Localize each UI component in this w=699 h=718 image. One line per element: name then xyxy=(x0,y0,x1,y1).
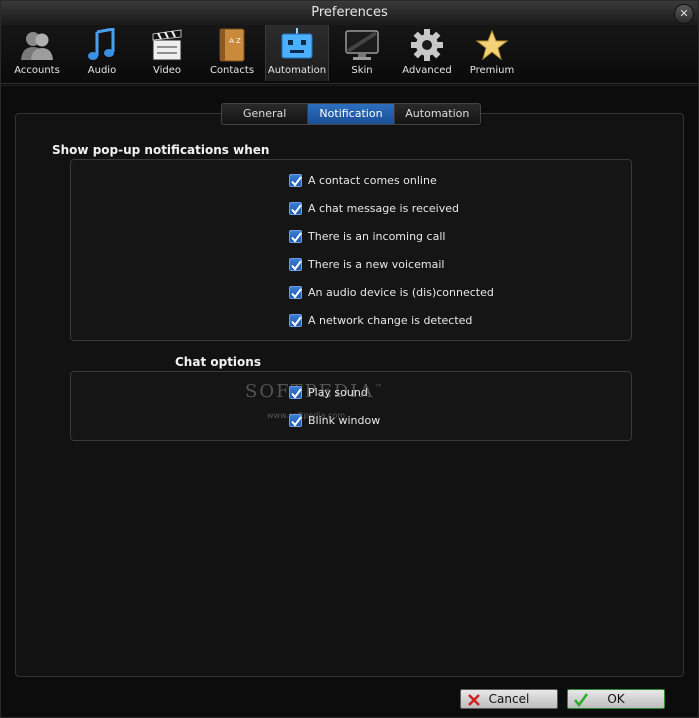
checkbox-checked-icon[interactable] xyxy=(289,173,302,187)
checkbox-chat-message[interactable]: A chat message is received xyxy=(289,200,459,216)
ok-check-icon xyxy=(574,693,588,707)
checkbox-checked-icon[interactable] xyxy=(289,313,302,327)
accounts-icon xyxy=(21,32,53,60)
close-icon: ✕ xyxy=(679,7,689,20)
checkbox-label: A chat message is received xyxy=(308,201,459,215)
title-bar[interactable]: Preferences ✕ xyxy=(1,1,698,25)
toolbar-label: Automation xyxy=(267,65,327,76)
checkbox-checked-icon[interactable] xyxy=(289,285,302,299)
checkbox-label: There is a new voicemail xyxy=(308,257,445,271)
checkbox-checked-icon[interactable] xyxy=(289,385,302,399)
toolbar-item-skin[interactable]: Skin xyxy=(330,25,394,81)
toolbar-label: Skin xyxy=(351,65,373,76)
toolbar-label: Video xyxy=(152,65,182,76)
toolbar-item-advanced[interactable]: Advanced xyxy=(395,25,459,81)
checkbox-label: Blink window xyxy=(308,413,381,427)
checkbox-checked-icon[interactable] xyxy=(289,229,302,243)
toolbar-item-contacts[interactable]: A Z Contacts xyxy=(200,25,264,81)
skin-icon xyxy=(345,30,379,60)
cancel-label: Cancel xyxy=(488,692,530,706)
toolbar-item-automation[interactable]: Automation xyxy=(265,25,329,81)
ok-button[interactable]: OK xyxy=(567,689,665,709)
category-toolbar: Accounts Audio Video A Z Contacts Automa… xyxy=(1,25,698,84)
star-icon xyxy=(475,29,509,61)
chat-section-title: Chat options xyxy=(175,355,261,369)
toolbar-label: Audio xyxy=(87,65,117,76)
checkbox-new-voicemail[interactable]: There is a new voicemail xyxy=(289,256,444,272)
svg-text:A Z: A Z xyxy=(229,37,241,45)
toolbar-divider xyxy=(1,85,698,86)
checkbox-network-change[interactable]: A network change is detected xyxy=(289,312,472,328)
ok-label: OK xyxy=(607,692,625,706)
checkbox-checked-icon[interactable] xyxy=(289,257,302,271)
toolbar-label: Accounts xyxy=(14,65,60,76)
cancel-x-icon xyxy=(468,694,480,706)
tab-bar: General Notification Automation xyxy=(221,103,481,125)
popup-section-title: Show pop-up notifications when xyxy=(52,143,270,157)
toolbar-label: Premium xyxy=(469,65,515,76)
tab-notification[interactable]: Notification xyxy=(308,104,395,124)
checkbox-play-sound[interactable]: Play sound xyxy=(289,384,368,400)
checkbox-incoming-call[interactable]: There is an incoming call xyxy=(289,228,445,244)
checkbox-contact-online[interactable]: A contact comes online xyxy=(289,172,437,188)
toolbar-label: Contacts xyxy=(209,65,255,76)
checkbox-blink-window[interactable]: Blink window xyxy=(289,412,380,428)
checkbox-audio-device[interactable]: An audio device is (dis)connected xyxy=(289,284,494,300)
video-icon xyxy=(152,29,182,61)
tab-automation[interactable]: Automation xyxy=(395,104,480,124)
preferences-window: Preferences ✕ Accounts Audio Video A Z C… xyxy=(0,0,699,718)
gear-icon xyxy=(411,29,443,61)
toolbar-label: Advanced xyxy=(402,65,452,76)
toolbar-item-video[interactable]: Video xyxy=(135,25,199,81)
audio-icon xyxy=(88,28,115,60)
checkbox-label: A network change is detected xyxy=(308,313,473,327)
checkbox-checked-icon[interactable] xyxy=(289,413,302,427)
toolbar-item-accounts[interactable]: Accounts xyxy=(5,25,69,81)
cancel-button[interactable]: Cancel xyxy=(460,689,558,709)
toolbar-item-audio[interactable]: Audio xyxy=(70,25,134,81)
checkbox-label: There is an incoming call xyxy=(308,229,446,243)
checkbox-label: A contact comes online xyxy=(308,173,437,187)
window-title: Preferences xyxy=(311,5,388,20)
contacts-icon: A Z xyxy=(219,28,245,62)
checkbox-checked-icon[interactable] xyxy=(289,201,302,215)
tab-general[interactable]: General xyxy=(222,104,309,124)
checkbox-label: Play sound xyxy=(308,385,368,399)
close-button[interactable]: ✕ xyxy=(674,4,694,24)
toolbar-item-premium[interactable]: Premium xyxy=(460,25,524,81)
automation-icon xyxy=(281,28,313,59)
checkbox-label: An audio device is (dis)connected xyxy=(308,285,494,299)
